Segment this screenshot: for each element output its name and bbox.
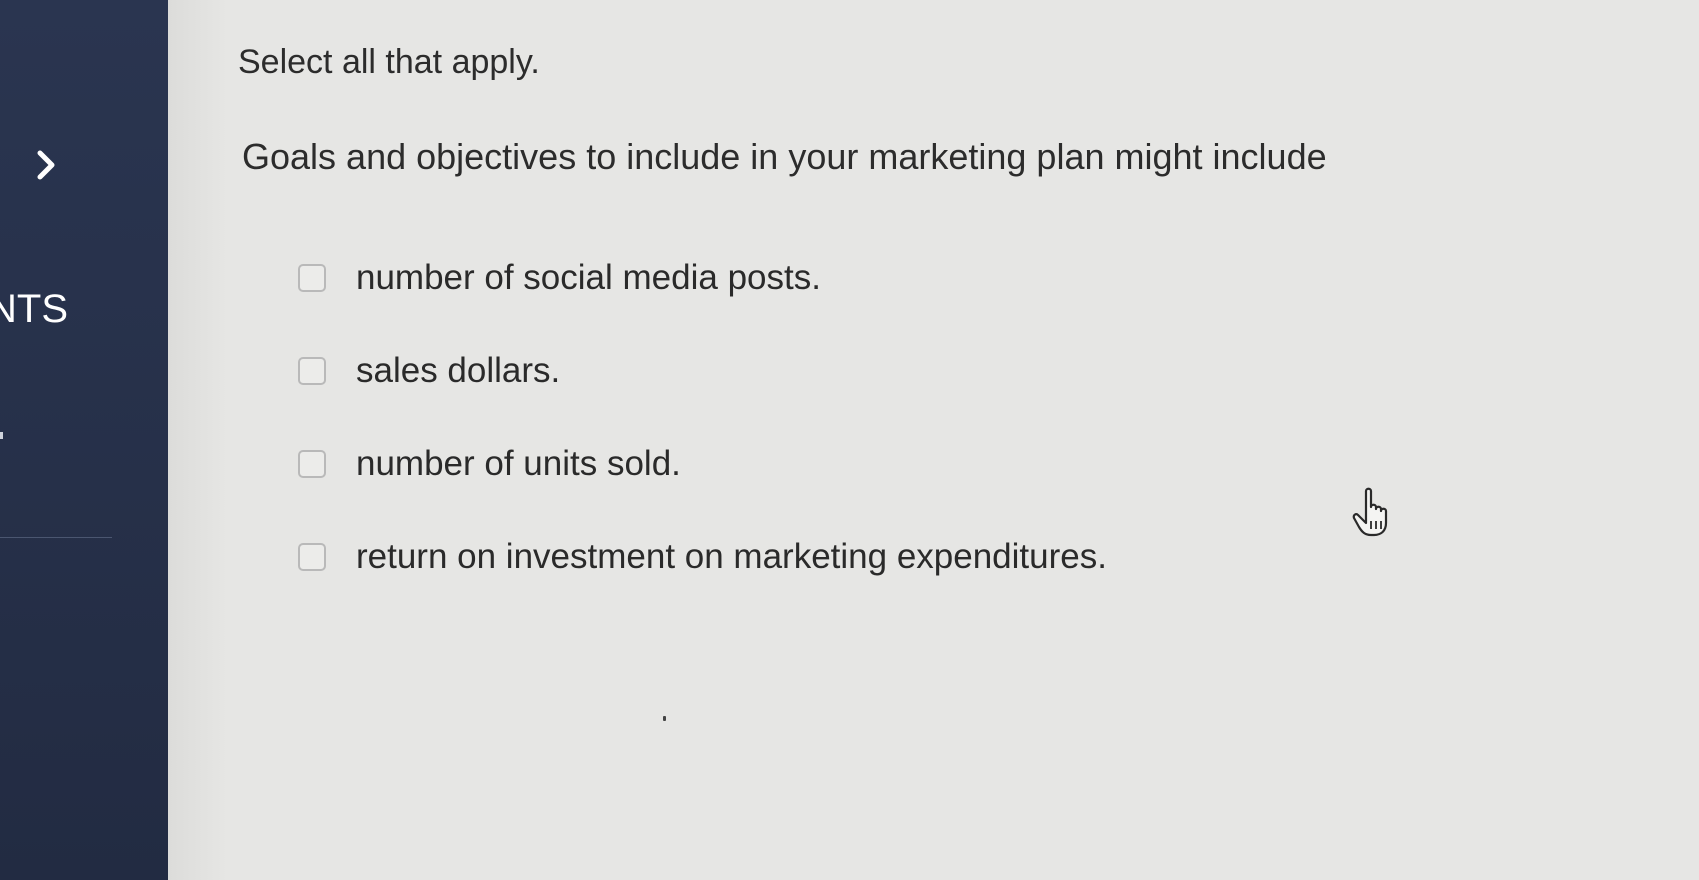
hand-pointer-cursor-icon <box>1352 487 1388 537</box>
answer-options: number of social media posts. sales doll… <box>298 250 1107 622</box>
sidebar-divider <box>0 537 112 538</box>
sidebar-toggle-button[interactable] <box>28 142 64 188</box>
sidebar-marker <box>0 432 3 439</box>
sidebar: NTS <box>0 0 168 880</box>
checkbox[interactable] <box>298 543 326 571</box>
sidebar-section-label[interactable]: NTS <box>0 284 68 334</box>
checkbox[interactable] <box>298 357 326 385</box>
answer-option-roi[interactable]: return on investment on marketing expend… <box>298 529 1107 585</box>
answer-option-units-sold[interactable]: number of units sold. <box>298 436 1107 492</box>
question-prompt: Goals and objectives to include in your … <box>242 136 1327 177</box>
answer-option-label: return on investment on marketing expend… <box>356 537 1107 576</box>
question-panel: Select all that apply. Goals and objecti… <box>228 0 1699 880</box>
screen-speck <box>663 716 666 721</box>
checkbox[interactable] <box>298 264 326 292</box>
chevron-right-icon <box>37 150 55 180</box>
answer-option-label: sales dollars. <box>356 351 561 390</box>
sidebar-shadow <box>168 0 228 880</box>
question-instruction: Select all that apply. <box>238 43 540 81</box>
checkbox[interactable] <box>298 450 326 478</box>
answer-option-sales-dollars[interactable]: sales dollars. <box>298 343 1107 399</box>
answer-option-label: number of units sold. <box>356 444 681 483</box>
answer-option-label: number of social media posts. <box>356 258 821 297</box>
answer-option-social-media-posts[interactable]: number of social media posts. <box>298 250 1107 306</box>
